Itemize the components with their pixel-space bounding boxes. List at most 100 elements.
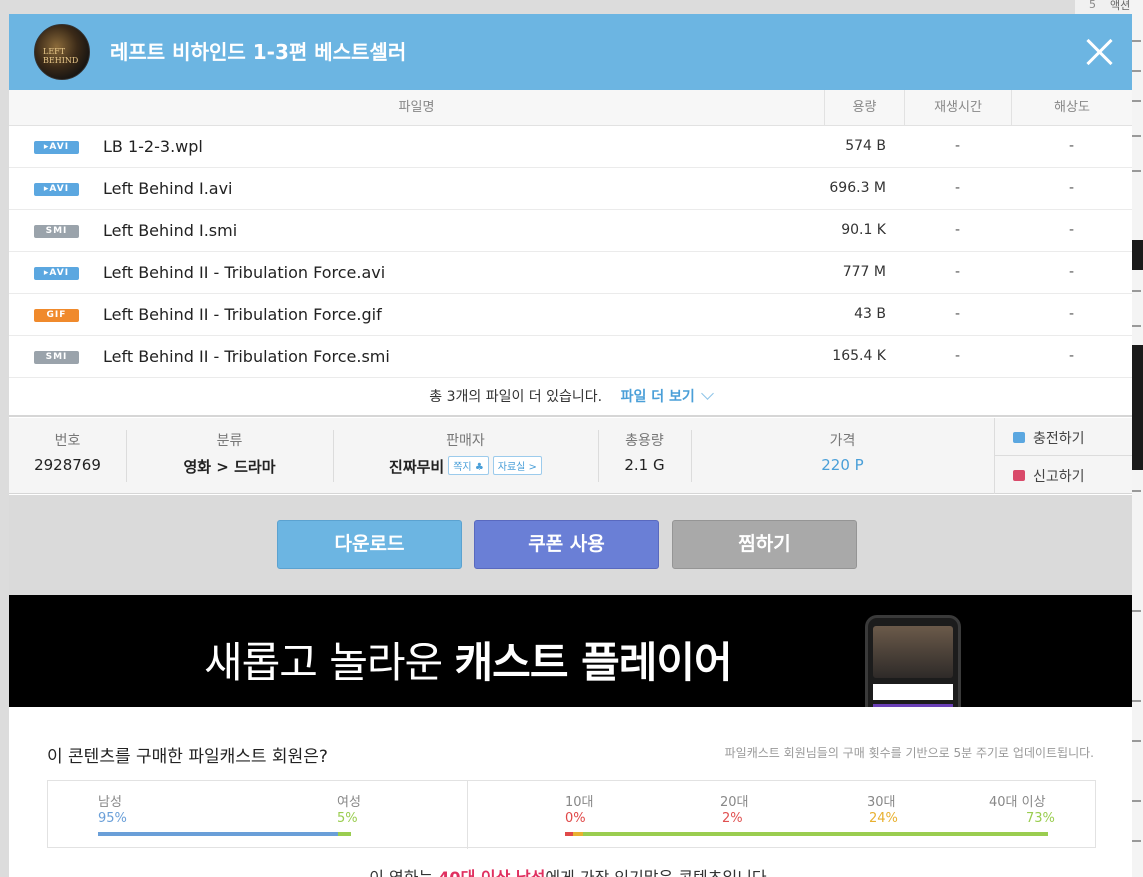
age-30-value: 24% <box>869 811 898 826</box>
modal-header: LEFT BEHIND 레프트 비하인드 1-3편 베스트셀러 <box>9 14 1132 90</box>
info-price: 가격 220 P <box>691 430 994 474</box>
info-total: 총용량 2.1 G <box>598 430 691 474</box>
table-row[interactable]: ▸AVI Left Behind II - Tribulation Force.… <box>9 252 1132 294</box>
background-thumb <box>1132 240 1143 270</box>
info-category: 분류 영화 > 드라마 <box>126 430 333 477</box>
background-thumb <box>1132 345 1143 470</box>
more-files-bar: 총 3개의 파일이 더 있습니다. 파일 더 보기 <box>9 379 1132 417</box>
file-size: 90.1 K <box>841 222 886 238</box>
age-bar-segment-3 <box>698 832 1048 836</box>
file-resolution: - <box>1068 138 1075 154</box>
summary-post: 에게 가장 인기많은 콘텐츠입니다. <box>545 868 771 877</box>
stats-note: 파일캐스트 회원님들의 구매 횟수를 기반으로 5분 주기로 업데이트됩니다. <box>724 746 1094 760</box>
file-resolution: - <box>1068 180 1075 196</box>
gender-male-label: 남성 <box>98 795 122 810</box>
file-size: 696.3 M <box>829 180 886 196</box>
more-files-link[interactable]: 파일 더 보기 <box>621 387 714 405</box>
table-row[interactable]: ▸AVI LB 1-2-3.wpl 574 B - - <box>9 126 1132 168</box>
wishlist-button[interactable]: 찜하기 <box>672 520 857 569</box>
gender-male-value: 95% <box>98 811 127 826</box>
file-table-header: 파일명 용량 재생시간 해상도 <box>9 90 1132 126</box>
age-20-label: 20대 <box>720 795 749 810</box>
file-duration: - <box>954 264 961 280</box>
smi-icon: SMI <box>34 225 79 238</box>
avi-icon: ▸AVI <box>34 183 79 196</box>
table-row[interactable]: ▸AVI Left Behind I.avi 696.3 M - - <box>9 168 1132 210</box>
file-resolution: - <box>1068 264 1075 280</box>
age-10-value: 0% <box>565 811 586 826</box>
stats-title: 이 콘텐츠를 구매한 파일캐스트 회원은? <box>47 747 328 767</box>
info-total-value: 2.1 G <box>624 456 665 474</box>
file-duration: - <box>954 222 961 238</box>
coupon-button[interactable]: 쿠폰 사용 <box>474 520 659 569</box>
file-size: 165.4 K <box>832 348 886 364</box>
info-price-value: 220 P <box>821 456 864 474</box>
col-resolution: 해상도 <box>1011 90 1132 126</box>
age-40-value: 73% <box>1026 811 1055 826</box>
report-button[interactable]: 신고하기 <box>995 456 1132 494</box>
age-bar <box>565 832 1048 836</box>
info-number: 번호 2928769 <box>9 430 126 474</box>
chevron-down-icon <box>700 387 714 400</box>
summary-pre: 이 영화는 <box>369 868 438 877</box>
avi-icon: ▸AVI <box>34 141 79 154</box>
info-seller: 판매자 진짜무비 쪽지 ♣ 자료실 > <box>333 430 598 477</box>
banner-text-normal: 새롭고 놀라운 <box>204 638 455 687</box>
charge-icon <box>1013 432 1025 443</box>
buyer-stats: 남성 95% 여성 5% 10대 0% 20대 2% 30대 24% 40대 이… <box>47 780 1096 849</box>
seller-library-button[interactable]: 자료실 > <box>492 456 542 475</box>
gif-icon: GIF <box>34 309 79 322</box>
file-resolution: - <box>1068 222 1075 238</box>
summary-highlight: 40대 이상 남성 <box>438 868 545 877</box>
side-links: 충전하기 신고하기 <box>994 418 1132 494</box>
file-duration: - <box>954 138 961 154</box>
file-name: Left Behind I.smi <box>103 221 238 240</box>
gender-bar-segment-1 <box>338 832 351 836</box>
file-resolution: - <box>1068 306 1075 322</box>
charge-label: 충전하기 <box>1033 431 1085 447</box>
close-icon[interactable] <box>1085 37 1115 67</box>
info-seller-label: 판매자 <box>446 433 485 449</box>
seller-name[interactable]: 진짜무비 <box>389 458 444 476</box>
gender-bar <box>98 832 351 836</box>
age-30-label: 30대 <box>867 795 896 810</box>
file-size: 777 M <box>842 264 886 280</box>
table-row[interactable]: SMI Left Behind II - Tribulation Force.s… <box>9 336 1132 378</box>
download-button[interactable]: 다운로드 <box>277 520 462 569</box>
file-name: LB 1-2-3.wpl <box>103 137 203 156</box>
info-seller-value: 진짜무비 쪽지 ♣ 자료실 > <box>333 456 598 477</box>
info-category-value: 영화 > 드라마 <box>183 458 276 476</box>
age-40-label: 40대 이상 <box>989 795 1046 810</box>
col-filename: 파일명 <box>398 100 435 115</box>
charge-button[interactable]: 충전하기 <box>995 418 1132 456</box>
file-size: 43 B <box>854 306 886 322</box>
age-bar-segment-1 <box>573 832 583 836</box>
table-row[interactable]: GIF Left Behind II - Tribulation Force.g… <box>9 294 1132 336</box>
file-duration: - <box>954 180 961 196</box>
action-buttons: 다운로드 쿠폰 사용 찜하기 <box>9 495 1132 595</box>
gender-female-label: 여성 <box>337 795 361 810</box>
file-name: Left Behind II - Tribulation Force.avi <box>103 263 386 282</box>
info-price-label: 가격 <box>829 433 856 449</box>
stats-summary: 이 영화는 40대 이상 남성에게 가장 인기많은 콘텐츠입니다. <box>9 864 1132 877</box>
cast-player-banner[interactable]: 새롭고 놀라운 캐스트 플레이어 <box>9 595 1132 707</box>
message-button[interactable]: 쪽지 ♣ <box>448 456 489 475</box>
col-size: 용량 <box>824 90 904 126</box>
poster-text: LEFT BEHIND <box>43 47 79 65</box>
more-files-text: 총 3개의 파일이 더 있습니다. <box>429 389 603 405</box>
file-name: Left Behind II - Tribulation Force.gif <box>103 305 382 324</box>
file-size: 574 B <box>845 138 886 154</box>
col-duration: 재생시간 <box>904 90 1011 126</box>
file-name: Left Behind I.avi <box>103 179 233 198</box>
info-number-value: 2928769 <box>34 456 101 474</box>
age-bar-segment-2 <box>582 832 699 836</box>
avi-icon: ▸AVI <box>34 267 79 280</box>
file-detail-modal: LEFT BEHIND 레프트 비하인드 1-3편 베스트셀러 파일명 용량 재… <box>9 14 1132 877</box>
siren-icon <box>1013 470 1025 481</box>
banner-text-bold: 캐스트 플레이어 <box>454 638 733 687</box>
poster-thumbnail: LEFT BEHIND <box>34 24 90 80</box>
table-row[interactable]: SMI Left Behind I.smi 90.1 K - - <box>9 210 1132 252</box>
gender-bar-segment-0 <box>98 832 339 836</box>
file-info-bar: 번호 2928769 분류 영화 > 드라마 판매자 진짜무비 쪽지 ♣ 자료실 >… <box>9 418 1132 494</box>
file-duration: - <box>954 306 961 322</box>
